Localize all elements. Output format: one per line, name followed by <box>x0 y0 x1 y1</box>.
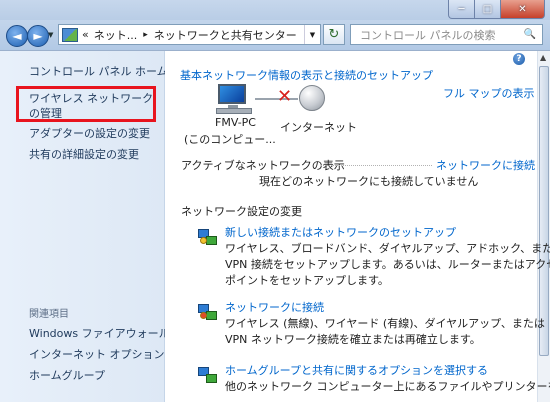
description-line: VPN 接続をセットアップします。あるいは、ルーターまたはアクセス <box>225 258 550 271</box>
homegroup-description: 他のネットワーク コンピューター上にあるファイルやプリンターを利 <box>225 379 550 395</box>
sidebar-item-windows-firewall[interactable]: Windows ファイアウォール <box>29 325 170 341</box>
address-dropdown-icon[interactable]: ▼ <box>304 25 320 44</box>
homegroup-sharing-link[interactable]: ホームグループと共有に関するオプションを選択する <box>225 362 488 378</box>
back-button[interactable]: ◄ <box>6 25 28 47</box>
sidebar-item-control-panel-home[interactable]: コントロール パネル ホーム <box>29 63 168 79</box>
search-placeholder: コントロール パネルの検索 <box>360 28 496 42</box>
sidebar-item-adapter-settings[interactable]: アダプターの設定の変更 <box>29 125 150 141</box>
computer-icon <box>218 84 246 110</box>
scroll-up-icon[interactable]: ▲ <box>540 53 546 62</box>
minimize-button[interactable]: ─ <box>448 0 475 19</box>
description-line: VPN ネットワーク接続を確立または再確立します。 <box>225 333 481 346</box>
connect-network-icon <box>198 302 217 320</box>
breadcrumb-overflow[interactable]: « <box>82 28 89 41</box>
divider <box>321 165 432 166</box>
setup-connection-link[interactable]: 新しい接続またはネットワークのセットアップ <box>225 224 456 240</box>
setup-connection-description: ワイヤレス、ブロードバンド、ダイヤルアップ、アドホック、または VPN 接続をセ… <box>225 241 550 289</box>
close-button[interactable]: ✕ <box>501 0 545 19</box>
forward-button[interactable]: ► <box>27 25 49 47</box>
recent-pages-dropdown-icon[interactable]: ▼ <box>48 31 53 39</box>
breadcrumb-separator-icon[interactable]: ▸ <box>143 30 148 40</box>
not-connected-status: 現在どのネットワークにも接続していません <box>259 175 479 188</box>
address-bar[interactable]: « ネット... ▸ ネットワークと共有センター ▼ <box>58 24 321 45</box>
window-controls: ─ □ ✕ <box>448 0 545 19</box>
breadcrumb-network[interactable]: ネット... <box>94 27 138 43</box>
sidebar-item-internet-options[interactable]: インターネット オプション <box>29 346 165 362</box>
sidebar-item-manage-wireless[interactable]: ワイヤレス ネットワークの管理 <box>29 91 161 121</box>
change-settings-heading: ネットワーク設定の変更 <box>181 205 302 218</box>
internet-globe-icon <box>299 85 325 111</box>
description-line: ポイントをセットアップします。 <box>225 274 389 287</box>
description-line: 他のネットワーク コンピューター上にあるファイルやプリンターを利 <box>225 380 550 393</box>
vertical-scrollbar[interactable]: ▲ <box>537 51 550 402</box>
connect-network-task-link[interactable]: ネットワークに接続 <box>225 299 324 315</box>
connect-network-description: ワイヤレス (無線)、ワイヤード (有線)、ダイヤルアップ、または VPN ネッ… <box>225 316 545 348</box>
scroll-thumb[interactable] <box>539 66 549 356</box>
connect-to-network-link[interactable]: ネットワークに接続 <box>436 157 535 173</box>
help-icon[interactable]: ? <box>513 53 525 65</box>
navigation-toolbar: ◄ ► ▼ « ネット... ▸ ネットワークと共有センター ▼ ↻ コントロー… <box>0 20 550 51</box>
setup-connection-icon <box>198 227 217 245</box>
pc-sub-label: (このコンピュー... <box>184 133 276 146</box>
basic-network-info-link[interactable]: 基本ネットワーク情報の表示と接続のセットアップ <box>180 67 433 83</box>
internet-label: インターネット <box>280 121 357 134</box>
keyboard-icon <box>216 108 252 114</box>
description-line: ワイヤレス (無線)、ワイヤード (有線)、ダイヤルアップ、または <box>225 317 545 330</box>
sidebar-item-advanced-sharing[interactable]: 共有の詳細設定の変更 <box>29 146 139 162</box>
title-bar: ─ □ ✕ <box>0 0 550 20</box>
description-line: ワイヤレス、ブロードバンド、ダイヤルアップ、アドホック、または <box>225 242 550 255</box>
related-heading: 関連項目 <box>29 309 69 320</box>
refresh-button[interactable]: ↻ <box>323 24 345 45</box>
breadcrumb-current[interactable]: ネットワークと共有センター <box>154 27 297 43</box>
pc-name-label: FMV-PC <box>215 116 256 129</box>
search-icon[interactable]: 🔍 <box>524 29 536 40</box>
disconnected-x-icon: ✕ <box>277 86 293 107</box>
homegroup-icon <box>198 365 217 383</box>
control-panel-icon <box>62 27 78 42</box>
maximize-button[interactable]: □ <box>475 0 501 19</box>
search-input[interactable]: コントロール パネルの検索 🔍 <box>350 24 543 45</box>
full-map-link[interactable]: フル マップの表示 <box>443 85 535 101</box>
network-sharing-center-window: ─ □ ✕ ◄ ► ▼ « ネット... ▸ ネットワークと共有センター ▼ ↻… <box>0 0 550 402</box>
sidebar-item-homegroup[interactable]: ホームグループ <box>29 367 105 383</box>
